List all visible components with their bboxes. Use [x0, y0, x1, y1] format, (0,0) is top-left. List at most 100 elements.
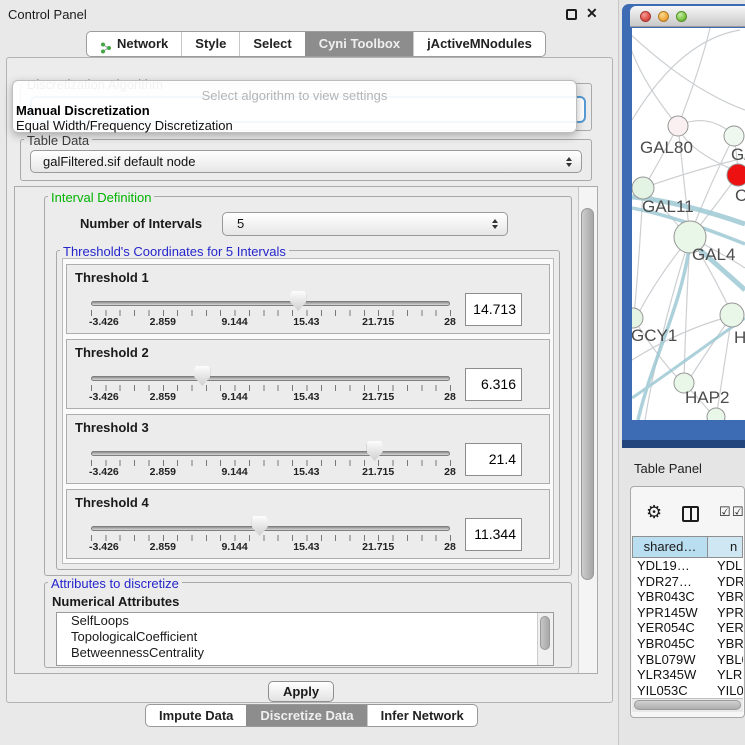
tab-label: Cyni Toolbox	[319, 32, 400, 56]
node-label: C	[735, 186, 745, 205]
tick-label: -3.426	[89, 466, 119, 478]
close-icon[interactable]: ✕	[586, 5, 598, 22]
table-cell[interactable]: YLR345W	[632, 667, 708, 683]
network-node[interactable]	[707, 408, 725, 420]
tab-discretize-data[interactable]: Discretize Data	[246, 705, 366, 726]
table-cell[interactable]: YBR045C	[632, 636, 708, 652]
table-cell[interactable]: YER0	[708, 620, 743, 636]
tab-infer-network[interactable]: Infer Network	[367, 705, 477, 726]
attributes-group-title: Attributes to discretize	[48, 576, 182, 591]
table-cell[interactable]: YBR0	[708, 636, 743, 652]
slider-handle[interactable]	[290, 291, 306, 311]
tick-label: 2.859	[150, 316, 176, 328]
tab-style[interactable]: Style	[181, 32, 239, 56]
slider-handle[interactable]	[252, 516, 268, 536]
table-cell[interactable]: YDR2	[708, 574, 743, 590]
table-row[interactable]: YER054CYER0	[632, 620, 743, 636]
table-row[interactable]: YIL053CYIL0	[632, 683, 743, 698]
attributes-scrollbar-thumb[interactable]	[540, 616, 550, 650]
table-row[interactable]: YDR27…YDR2	[632, 574, 743, 590]
table-cell[interactable]: YDL1	[708, 558, 743, 574]
tab-impute-data[interactable]: Impute Data	[146, 705, 246, 726]
slider-handle[interactable]	[194, 366, 210, 386]
network-node[interactable]	[632, 308, 643, 328]
table-data-combobox[interactable]: galFiltered.sif default node	[30, 150, 582, 173]
attribute-item[interactable]: BetweennessCentrality	[57, 645, 553, 661]
node-label: GAL80	[640, 138, 693, 157]
zoom-traffic-light-icon[interactable]	[676, 11, 687, 22]
slider-track[interactable]	[91, 526, 450, 531]
threshold-label: Threshold 3	[75, 420, 149, 435]
tab-jactivemnodules[interactable]: jActiveMNodules	[413, 32, 545, 56]
checkbox-icon[interactable]: ☑	[719, 504, 731, 520]
attribute-item[interactable]: TopologicalCoefficient	[57, 629, 553, 645]
table-row[interactable]: YLR345WYLR3	[632, 667, 743, 683]
threshold-value-field[interactable]: 14.713	[465, 293, 522, 326]
table-cell[interactable]: YER054C	[632, 620, 708, 636]
table-row[interactable]: YPR145WYPR1	[632, 605, 743, 621]
dropdown-option-manual[interactable]: Manual Discretization	[16, 103, 150, 118]
table-cell[interactable]: YBR043C	[632, 589, 708, 605]
tab-cyni-toolbox[interactable]: Cyni Toolbox	[305, 32, 413, 56]
threshold-value-field[interactable]: 21.4	[465, 443, 522, 476]
float-window-icon[interactable]	[566, 9, 577, 20]
threshold-panel: Threshold 4 -3.4262.8599.14415.4321.7152…	[66, 489, 550, 559]
slider-track[interactable]	[91, 451, 450, 456]
slider-track[interactable]	[91, 301, 450, 306]
table-row[interactable]: YBR045CYBR0	[632, 636, 743, 652]
column-header-shared-name[interactable]: shared…	[632, 536, 708, 558]
table-cell[interactable]: YIL053C	[632, 683, 708, 698]
dropdown-option-equal-width[interactable]: Equal Width/Frequency Discretization	[16, 118, 233, 133]
column-header-name[interactable]: n	[708, 536, 743, 558]
tab-select[interactable]: Select	[239, 32, 304, 56]
network-node[interactable]	[727, 164, 745, 186]
network-node[interactable]	[724, 126, 744, 146]
threshold-value-field[interactable]: 11.344	[465, 518, 522, 551]
table-cell[interactable]: YBL079W	[632, 652, 708, 668]
tick-label: 21.715	[362, 316, 394, 328]
node-label: GCY1	[632, 326, 677, 345]
table-cell[interactable]: YBR0	[708, 589, 743, 605]
table-cell[interactable]: YIL0	[708, 683, 743, 698]
network-edge[interactable]	[632, 40, 678, 126]
slider-track[interactable]	[91, 376, 450, 381]
tick-label: 15.43	[293, 316, 319, 328]
attributes-listbox[interactable]: SelfLoopsTopologicalCoefficientBetweenne…	[56, 612, 554, 666]
node-label: H	[734, 328, 745, 347]
tab-label: Style	[195, 32, 226, 56]
network-node[interactable]	[720, 303, 744, 327]
table-cell[interactable]: YDR27…	[632, 574, 708, 590]
tick-label: 21.715	[362, 391, 394, 403]
table-cell[interactable]: YPR145W	[632, 605, 708, 621]
tick-label: -3.426	[89, 541, 119, 553]
number-of-intervals-combobox[interactable]: 5	[222, 212, 508, 236]
slider-handle[interactable]	[367, 441, 383, 461]
table-row[interactable]: YBR043CYBR0	[632, 589, 743, 605]
settings-scrollbar-thumb[interactable]	[581, 208, 594, 580]
table-cell[interactable]: YBL0	[708, 652, 743, 668]
network-node[interactable]	[668, 116, 688, 136]
table-cell[interactable]: YPR1	[708, 605, 743, 621]
network-node[interactable]	[632, 177, 654, 199]
attribute-item[interactable]: SelfLoops	[57, 613, 553, 629]
network-canvas[interactable]: GAL80GACGAL11GAL4GCY1HHAP2	[632, 28, 745, 420]
table-hscrollbar-thumb[interactable]	[634, 700, 741, 710]
tab-network[interactable]: Network	[87, 32, 181, 56]
apply-button[interactable]: Apply	[268, 681, 334, 702]
table-row[interactable]: YBL079WYBL0	[632, 652, 743, 668]
gear-icon[interactable]: ⚙	[646, 502, 662, 523]
minimize-traffic-light-icon[interactable]	[658, 11, 669, 22]
threshold-value-field[interactable]: 6.316	[465, 368, 522, 401]
bottom-tab-bar: Impute Data Discretize Data Infer Networ…	[145, 704, 478, 727]
table-data-value: galFiltered.sif default node	[43, 154, 195, 169]
tick-label: 2.859	[150, 391, 176, 403]
columns-icon[interactable]	[682, 506, 699, 522]
table-row[interactable]: YDL19…YDL1	[632, 558, 743, 574]
table-cell[interactable]: YDL19…	[632, 558, 708, 574]
close-traffic-light-icon[interactable]	[640, 11, 651, 22]
table-cell[interactable]: YLR3	[708, 667, 743, 683]
stepper-arrows-icon	[492, 213, 498, 235]
threshold-label: Threshold 2	[75, 345, 149, 360]
algorithm-dropdown-popup: Select algorithm to view settings Manual…	[12, 80, 577, 133]
checkbox-icon[interactable]: ☑	[732, 504, 744, 520]
